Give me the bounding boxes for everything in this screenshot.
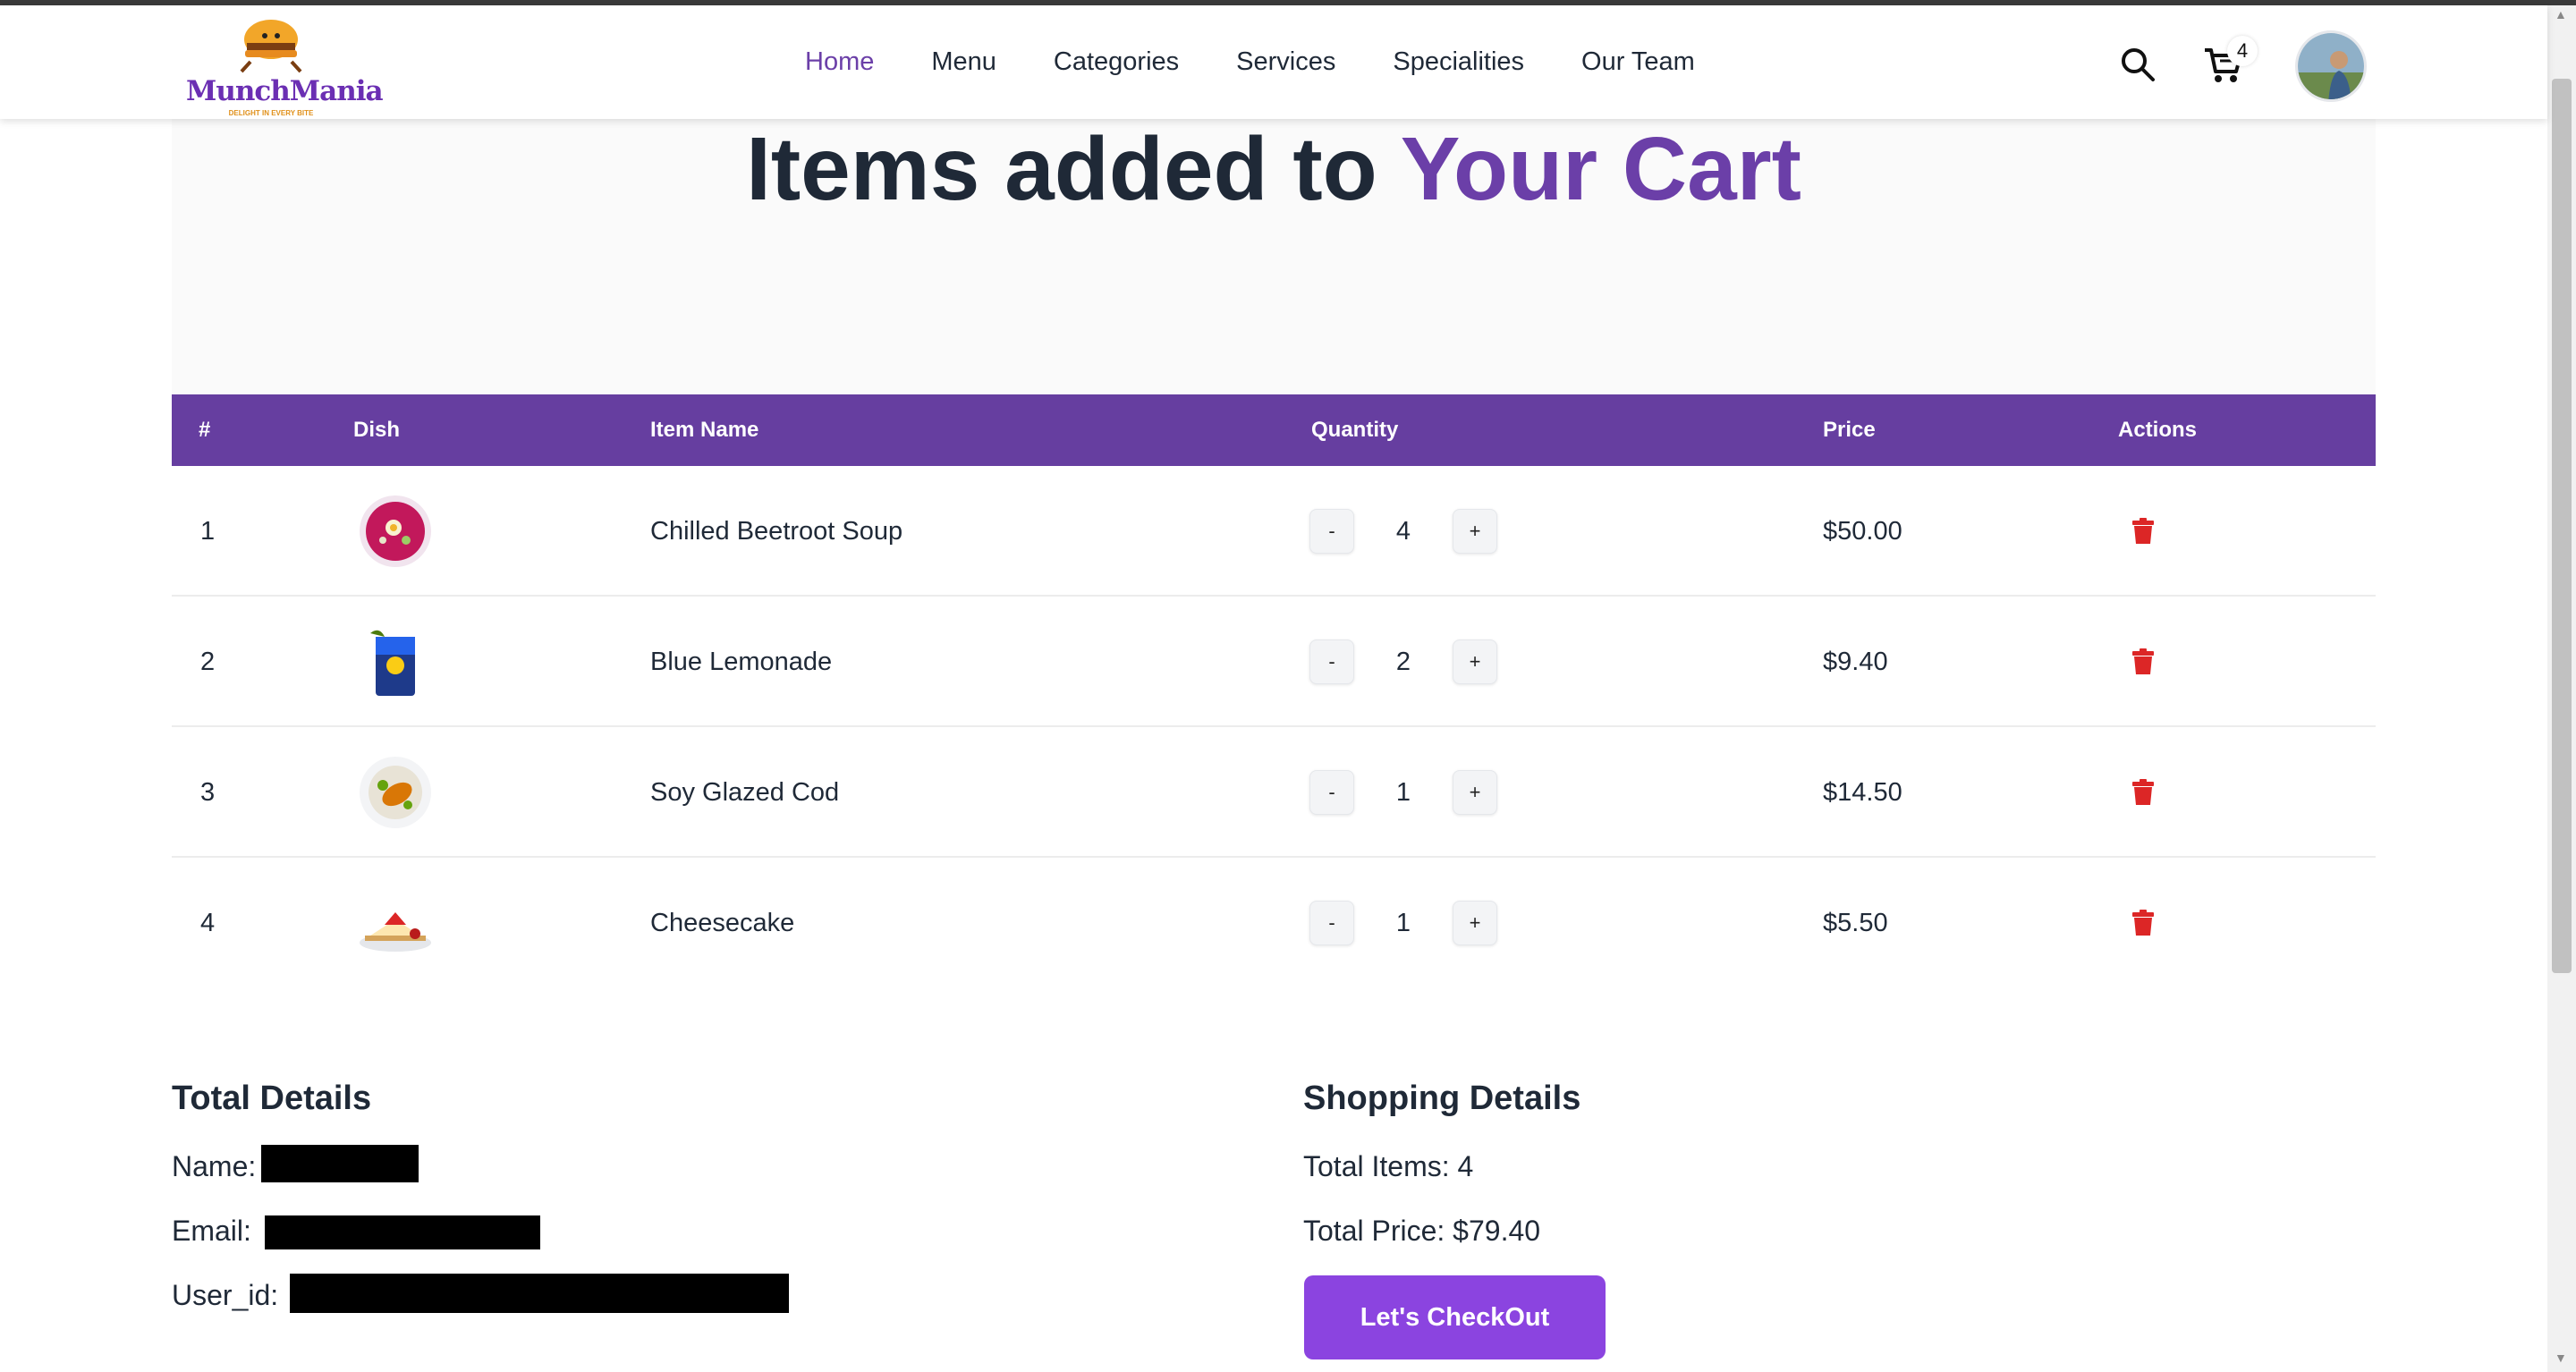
increase-qty-button[interactable]: + xyxy=(1453,509,1497,554)
item-name: Cheesecake xyxy=(650,908,795,937)
increase-qty-button[interactable]: + xyxy=(1453,770,1497,815)
title-accent: Your Cart xyxy=(1400,119,1801,219)
row-index: 2 xyxy=(200,647,216,676)
trash-icon[interactable] xyxy=(2131,910,2156,936)
page-title: Items added to Your Cart xyxy=(172,119,2376,219)
table-row: 2 Blue Lemonade - 2 + $9.40 xyxy=(172,597,2376,727)
user-avatar[interactable] xyxy=(2295,30,2367,102)
item-price: $5.50 xyxy=(1823,908,1888,937)
quantity-value: 2 xyxy=(1395,647,1411,676)
quantity-value: 4 xyxy=(1395,516,1411,546)
navbar: MunchMania DELIGHT IN EVERY BITE Home Me… xyxy=(0,5,2547,119)
header-item-name: Item Name xyxy=(650,418,759,442)
item-name: Chilled Beetroot Soup xyxy=(650,516,903,546)
nav-specialities[interactable]: Specialities xyxy=(1393,47,1524,77)
row-index: 3 xyxy=(200,777,216,807)
increase-qty-button[interactable]: + xyxy=(1453,901,1497,945)
row-index: 4 xyxy=(200,908,216,937)
nav-home[interactable]: Home xyxy=(805,47,874,77)
brand-tagline: DELIGHT IN EVERY BITE xyxy=(228,109,314,117)
cart-table: # Dish Item Name Quantity Price Actions … xyxy=(172,394,2376,988)
redacted-email xyxy=(265,1215,540,1249)
decrease-qty-button[interactable]: - xyxy=(1309,901,1354,945)
total-price: Total Price: $79.40 xyxy=(1303,1215,1541,1247)
nav-our-team[interactable]: Our Team xyxy=(1581,47,1695,77)
trash-icon[interactable] xyxy=(2131,779,2156,806)
header-price: Price xyxy=(1823,418,1876,442)
header-actions: Actions xyxy=(2118,418,2198,442)
scroll-down-arrow-icon[interactable]: ▼ xyxy=(2555,1351,2567,1365)
nav-categories[interactable]: Categories xyxy=(1054,47,1179,77)
email-label: Email: xyxy=(172,1215,251,1247)
total-items: Total Items: 4 xyxy=(1303,1150,1474,1182)
decrease-qty-button[interactable]: - xyxy=(1309,509,1354,554)
item-price: $14.50 xyxy=(1823,777,1902,807)
decrease-qty-button[interactable]: - xyxy=(1309,639,1354,684)
user-id-label: User_id: xyxy=(172,1279,279,1311)
header-index: # xyxy=(199,418,211,442)
search-icon[interactable] xyxy=(2118,45,2157,84)
header-dish: Dish xyxy=(353,418,401,442)
trash-icon[interactable] xyxy=(2131,518,2156,545)
checkout-button[interactable]: Let's CheckOut xyxy=(1304,1275,1606,1359)
scroll-up-arrow-icon[interactable]: ▲ xyxy=(2555,7,2567,21)
item-name: Blue Lemonade xyxy=(650,647,833,676)
name-label: Name: xyxy=(172,1150,257,1182)
header-quantity: Quantity xyxy=(1311,418,1399,442)
nav-menu[interactable]: Menu xyxy=(931,47,996,77)
redacted-user-id xyxy=(290,1274,789,1313)
table-row: 1 Chilled Beetroot Soup - 4 + $50.00 xyxy=(172,466,2376,597)
brand-name: MunchMania xyxy=(186,75,384,107)
decrease-qty-button[interactable]: - xyxy=(1309,770,1354,815)
table-row: 4 Cheesecake - 1 + $5.50 xyxy=(172,858,2376,988)
beetroot-soup-icon xyxy=(358,494,433,569)
title-main: Items added to xyxy=(746,119,1401,219)
increase-qty-button[interactable]: + xyxy=(1453,639,1497,684)
main-nav: Home Menu Categories Services Specialiti… xyxy=(805,5,1752,119)
cart-count-badge: 4 xyxy=(2227,36,2258,66)
table-header: # Dish Item Name Quantity Price Actions xyxy=(172,394,2376,466)
table-row: 3 Soy Glazed Cod - 1 + $14.50 xyxy=(172,727,2376,858)
brand-logo[interactable]: MunchMania DELIGHT IN EVERY BITE xyxy=(186,13,384,118)
page-scrollbar[interactable]: ▲ ▼ xyxy=(2547,5,2576,1372)
item-price: $9.40 xyxy=(1823,647,1888,676)
total-details-title: Total Details xyxy=(172,1080,372,1117)
shopping-details-title: Shopping Details xyxy=(1303,1080,1581,1117)
burger-mascot-icon xyxy=(240,20,302,73)
blue-lemonade-icon xyxy=(358,624,433,699)
quantity-value: 1 xyxy=(1395,908,1411,937)
hero-banner: Items added to Your Cart xyxy=(172,119,2376,394)
soy-glazed-cod-icon xyxy=(358,755,433,830)
scrollbar-thumb[interactable] xyxy=(2552,79,2572,973)
cheesecake-icon xyxy=(358,885,433,961)
quantity-value: 1 xyxy=(1395,777,1411,807)
row-index: 1 xyxy=(200,516,216,546)
trash-icon[interactable] xyxy=(2131,648,2156,675)
item-price: $50.00 xyxy=(1823,516,1902,546)
redacted-name xyxy=(261,1145,419,1182)
item-name: Soy Glazed Cod xyxy=(650,777,840,807)
nav-services[interactable]: Services xyxy=(1236,47,1335,77)
